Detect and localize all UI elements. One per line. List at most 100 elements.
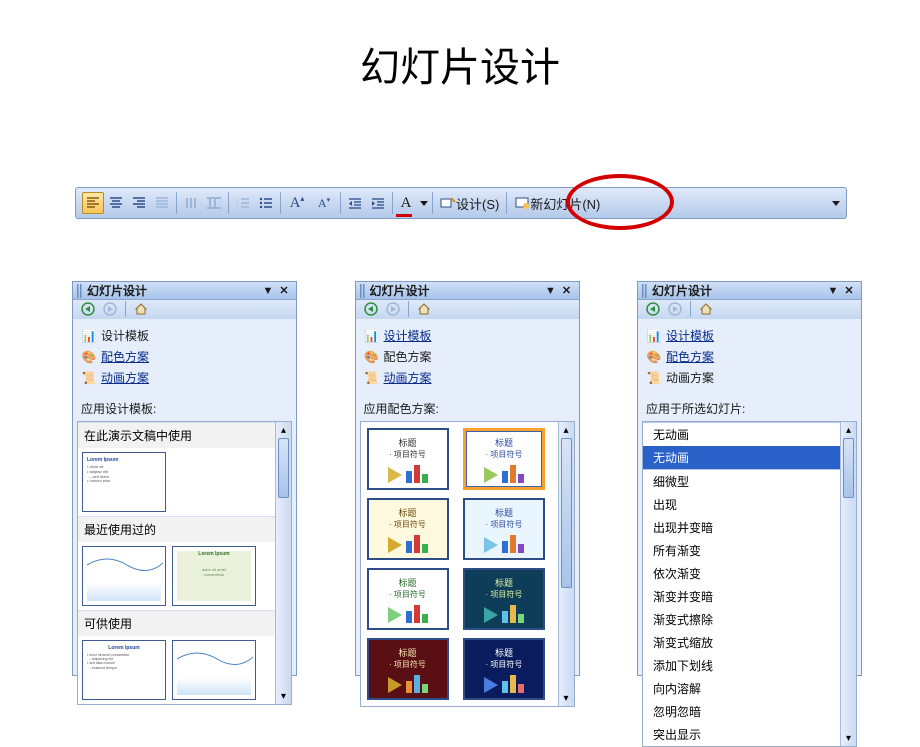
- panel-close-button[interactable]: ✕: [276, 283, 292, 299]
- nav-forward-button[interactable]: [384, 300, 402, 318]
- templates-icon: 📊: [646, 328, 662, 344]
- nav-back-button[interactable]: [362, 300, 380, 318]
- panel-close-button[interactable]: ✕: [841, 283, 857, 299]
- nav-home-button[interactable]: [132, 300, 150, 318]
- line-spacing-button[interactable]: [203, 192, 225, 214]
- colorscheme-thumb[interactable]: 标题· 项目符号: [463, 498, 545, 560]
- animation-list-item[interactable]: 向内溶解: [643, 677, 840, 700]
- template-thumb[interactable]: [172, 640, 256, 700]
- animation-list-item[interactable]: 依次渐变: [643, 562, 840, 585]
- animation-list-item[interactable]: 忽明忽暗: [643, 700, 840, 723]
- scrollbar[interactable]: ▴ ▾: [840, 422, 856, 746]
- scroll-up-button[interactable]: ▴: [276, 422, 291, 438]
- panel-grip-icon[interactable]: [77, 284, 83, 298]
- scrollbar[interactable]: ▴ ▾: [275, 422, 291, 704]
- align-left-button[interactable]: [82, 192, 104, 214]
- colorscheme-thumb[interactable]: 标题· 项目符号: [463, 428, 545, 490]
- panel-nav: [356, 300, 579, 319]
- section-apply-colorscheme: 应用配色方案:: [356, 394, 579, 419]
- template-thumb[interactable]: Lorem Ipsumdolor sit ametconsectetur: [172, 546, 256, 606]
- font-color-button[interactable]: A: [396, 192, 416, 214]
- link-animation-schemes[interactable]: 📜动画方案: [364, 367, 571, 388]
- scheme-title: 标题: [495, 436, 513, 449]
- animation-list-item[interactable]: 无动画: [643, 422, 840, 446]
- align-right-button[interactable]: [128, 192, 150, 214]
- colorscheme-thumb[interactable]: 标题· 项目符号: [463, 568, 545, 630]
- animation-list-item[interactable]: 出现: [643, 493, 840, 516]
- scroll-down-button[interactable]: ▾: [276, 688, 291, 704]
- bullet-list-button[interactable]: [255, 192, 277, 214]
- decrease-indent-button[interactable]: [344, 192, 366, 214]
- animation-list-item[interactable]: 渐变并变暗: [643, 585, 840, 608]
- home-icon: [699, 302, 713, 316]
- link-design-templates[interactable]: 📊设计模板: [81, 325, 288, 346]
- link-design-templates[interactable]: 📊设计模板: [364, 325, 571, 346]
- panel-menu-button[interactable]: ▼: [543, 283, 559, 299]
- panel-menu-button[interactable]: ▼: [260, 283, 276, 299]
- animation-list-item[interactable]: 细微型: [643, 469, 840, 493]
- toolbar-separator: [506, 192, 507, 214]
- nav-back-button[interactable]: [644, 300, 662, 318]
- colorscheme-thumb[interactable]: 标题· 项目符号: [367, 428, 449, 490]
- colorscheme-thumb[interactable]: 标题· 项目符号: [367, 568, 449, 630]
- animation-list-item[interactable]: 渐变式缩放: [643, 631, 840, 654]
- link-color-schemes[interactable]: 🎨配色方案: [364, 346, 571, 367]
- colorscheme-thumb[interactable]: 标题· 项目符号: [463, 638, 545, 700]
- panel-menu-button[interactable]: ▼: [825, 283, 841, 299]
- scroll-up-button[interactable]: ▴: [841, 422, 856, 438]
- gallery-subheader-used: 在此演示文稿中使用: [78, 422, 275, 448]
- link-color-schemes[interactable]: 🎨配色方案: [81, 346, 288, 367]
- scroll-thumb[interactable]: [843, 438, 854, 498]
- decrease-font-button[interactable]: A▾: [311, 192, 337, 214]
- link-animation-schemes[interactable]: 📜动画方案: [81, 367, 288, 388]
- link-animation-schemes[interactable]: 📜动画方案: [646, 367, 853, 388]
- align-center-button[interactable]: [105, 192, 127, 214]
- nav-separator: [408, 301, 409, 317]
- scroll-down-button[interactable]: ▾: [841, 730, 856, 746]
- scroll-thumb[interactable]: [278, 438, 289, 498]
- scrollbar[interactable]: ▴ ▾: [558, 422, 574, 706]
- colorscheme-thumb[interactable]: 标题· 项目符号: [367, 498, 449, 560]
- link-design-templates[interactable]: 📊设计模板: [646, 325, 853, 346]
- animation-list-item[interactable]: 无动画: [643, 446, 840, 469]
- colorscheme-thumb[interactable]: 标题· 项目符号: [367, 638, 449, 700]
- nav-home-button[interactable]: [415, 300, 433, 318]
- scheme-sub: · 项目符号: [389, 659, 426, 670]
- nav-home-button[interactable]: [697, 300, 715, 318]
- nav-forward-button[interactable]: [666, 300, 684, 318]
- numbered-list-button[interactable]: 12: [232, 192, 254, 214]
- animation-list-item[interactable]: 出现并变暗: [643, 516, 840, 539]
- home-icon: [417, 302, 431, 316]
- animation-list-item[interactable]: 渐变式擦除: [643, 608, 840, 631]
- toolbar-overflow-button[interactable]: [830, 192, 840, 214]
- distribute-button[interactable]: [151, 192, 173, 214]
- link-label: 动画方案: [384, 369, 432, 386]
- scheme-title: 标题: [495, 506, 513, 519]
- animation-list-item[interactable]: 所有渐变: [643, 539, 840, 562]
- design-button[interactable]: 设计(S): [436, 192, 503, 214]
- template-thumb[interactable]: [82, 546, 166, 606]
- nav-forward-button[interactable]: [101, 300, 119, 318]
- panel-grip-icon[interactable]: [360, 284, 366, 298]
- columns-button[interactable]: [180, 192, 202, 214]
- new-slide-button[interactable]: 新幻灯片(N): [510, 192, 604, 214]
- increase-font-button[interactable]: A▴: [284, 192, 310, 214]
- scroll-up-button[interactable]: ▴: [559, 422, 574, 438]
- link-color-schemes[interactable]: 🎨配色方案: [646, 346, 853, 367]
- scroll-thumb[interactable]: [561, 438, 572, 588]
- panel-links: 📊设计模板 🎨配色方案 📜动画方案: [356, 319, 579, 394]
- panel-close-button[interactable]: ✕: [559, 283, 575, 299]
- template-thumb[interactable]: Lorem Ipsum• dolor sit• adipisc elit – s…: [82, 452, 166, 512]
- increase-indent-icon: [371, 197, 385, 209]
- nav-back-button[interactable]: [79, 300, 97, 318]
- panel-grip-icon[interactable]: [642, 284, 648, 298]
- animation-list-item[interactable]: 添加下划线: [643, 654, 840, 677]
- toolbar-separator: [280, 192, 281, 214]
- font-color-dropdown[interactable]: [417, 192, 429, 214]
- back-icon: [364, 302, 378, 316]
- animation-list-item[interactable]: 突出显示: [643, 723, 840, 746]
- forward-icon: [386, 302, 400, 316]
- increase-indent-button[interactable]: [367, 192, 389, 214]
- template-thumb[interactable]: Lorem Ipsum• dolor sit amet consectetur …: [82, 640, 166, 700]
- scroll-down-button[interactable]: ▾: [559, 690, 574, 706]
